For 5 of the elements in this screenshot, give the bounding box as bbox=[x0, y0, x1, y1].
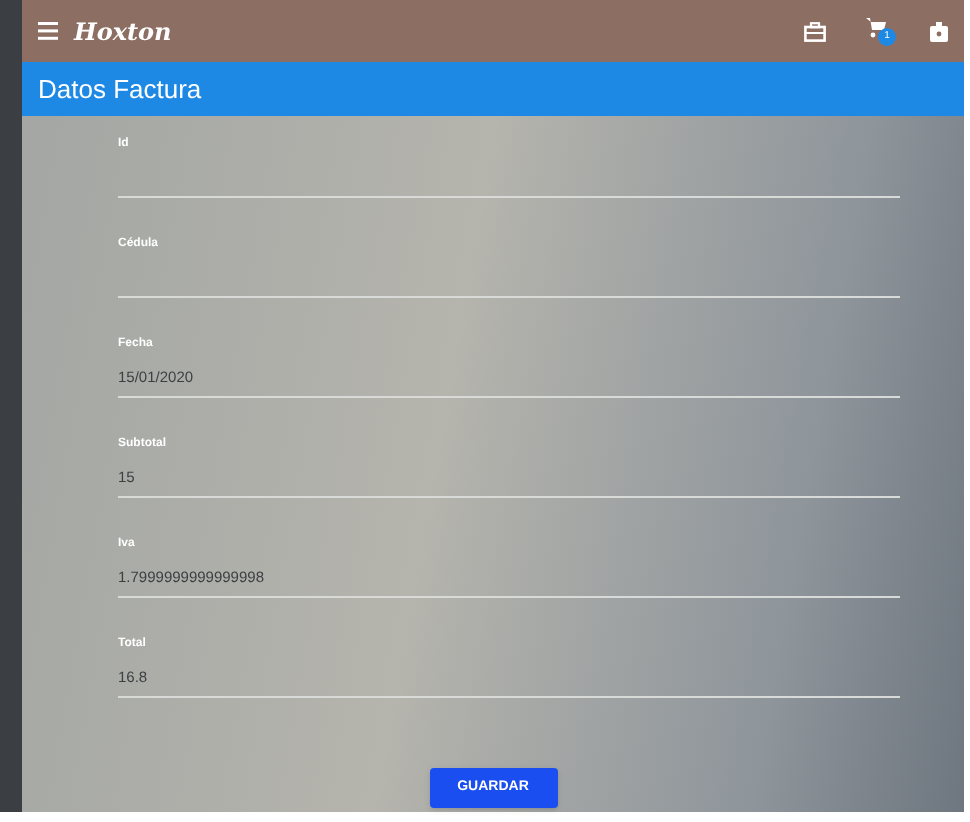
cart-icon[interactable] bbox=[866, 18, 886, 38]
briefcase-icon[interactable] bbox=[804, 21, 826, 41]
app-title: Hoxton bbox=[74, 15, 172, 49]
page-header: Datos Factura bbox=[22, 62, 964, 116]
menu-icon[interactable] bbox=[38, 22, 58, 40]
